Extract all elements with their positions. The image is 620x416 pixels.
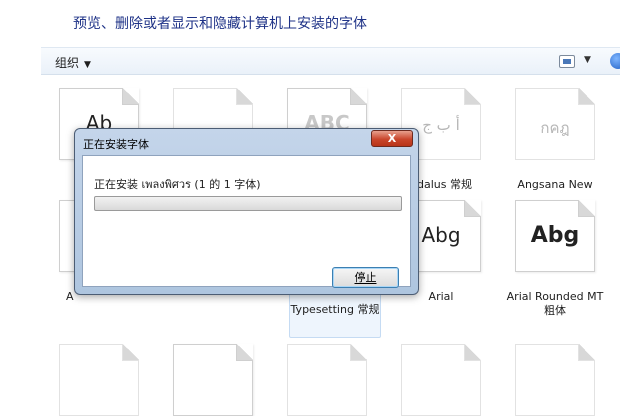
chevron-down-icon: ▼ — [84, 60, 91, 70]
close-button[interactable]: X — [371, 130, 413, 147]
close-icon: X — [387, 132, 397, 145]
font-label: Arial Rounded MT 粗体 — [506, 290, 604, 317]
view-options-chevron-down-icon[interactable]: ▼ — [584, 55, 591, 65]
font-preview-icon — [287, 344, 367, 416]
installing-fonts-dialog: 正在安装字体 X 正在安装 เพลงพิศวร (1 的 1 字体) 停止 — [74, 128, 419, 295]
font-sample: Abg — [530, 223, 580, 248]
stop-button[interactable]: 停止 — [332, 267, 399, 288]
organize-label: 组织 — [55, 56, 80, 70]
font-label: Angsana New — [517, 178, 593, 191]
font-preview-icon — [401, 344, 481, 416]
font-preview-icon — [59, 344, 139, 416]
stop-button-label: 停止 — [354, 271, 377, 284]
organize-menu-button[interactable]: 组织 ▼ — [55, 54, 91, 71]
font-sample: กคฎ — [540, 119, 570, 137]
install-progress-bar — [94, 196, 402, 211]
toolbar: 组织 ▼ ▼ — [41, 47, 620, 75]
dialog-body: 正在安装 เพลงพิศวร (1 的 1 字体) 停止 — [82, 155, 411, 288]
help-icon[interactable] — [610, 53, 620, 69]
install-status-text: 正在安装 เพลงพิศวร (1 的 1 字体) — [94, 178, 261, 191]
dialog-title: 正在安装字体 — [83, 138, 149, 151]
header-title: 预览、删除或者显示和隐藏计算机上安装的字体 — [73, 16, 367, 32]
font-preview-icon — [515, 344, 595, 416]
view-options-button[interactable] — [559, 55, 575, 68]
font-preview-icon — [173, 344, 253, 416]
font-preview-icon: กคฎ — [515, 88, 595, 160]
font-preview-icon: Abg — [515, 200, 595, 272]
